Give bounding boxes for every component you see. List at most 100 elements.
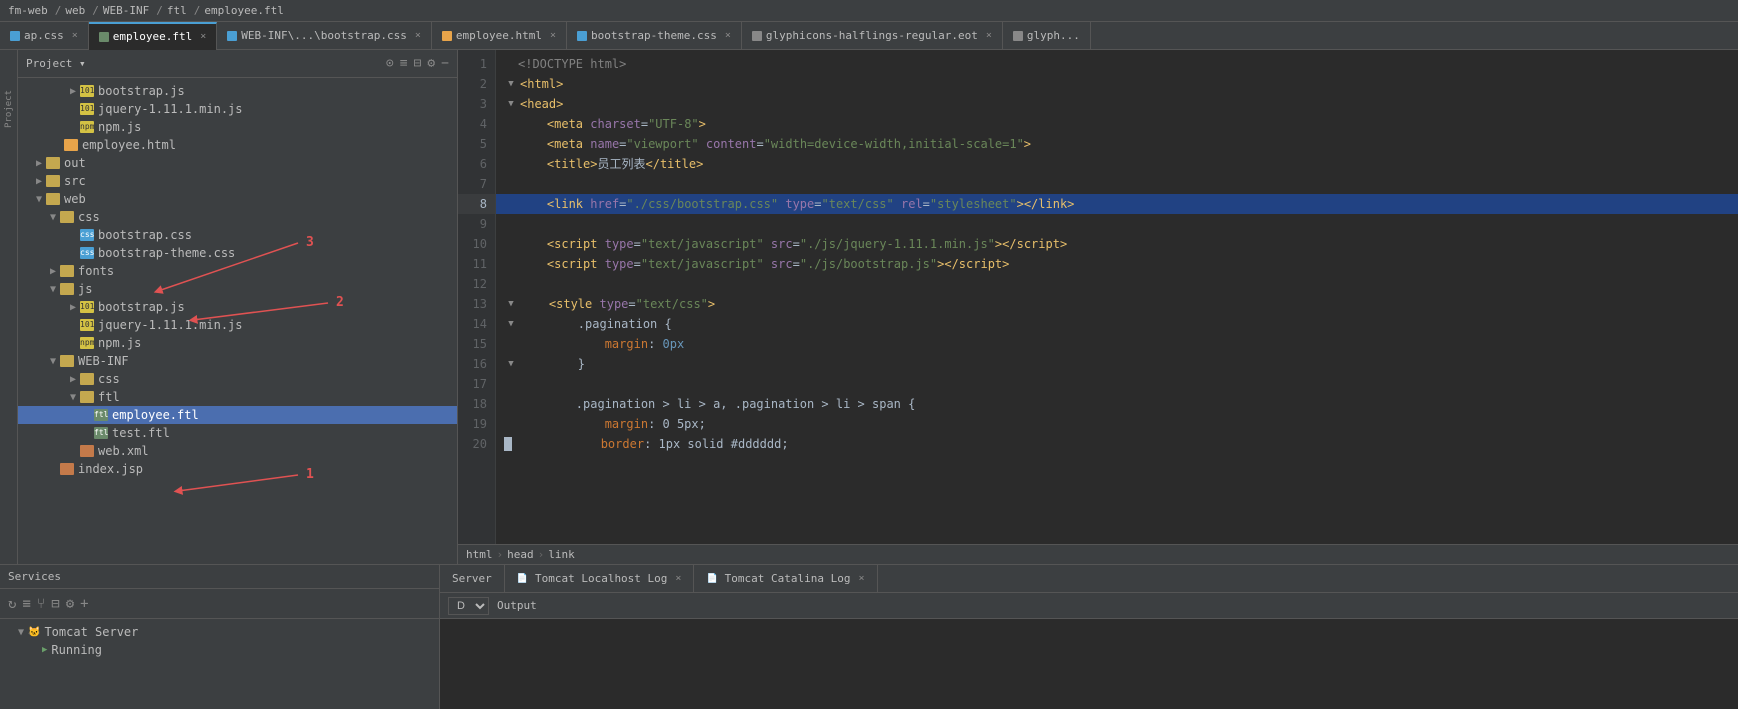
tree-label: out — [64, 156, 86, 170]
minimize-icon[interactable]: − — [441, 56, 449, 71]
tree-item-web-xml[interactable]: ▶ web.xml — [18, 442, 457, 460]
tab-label: glyph... — [1027, 29, 1080, 42]
branch-icon[interactable]: ⑂ — [37, 596, 45, 612]
tab-bootstrap-css[interactable]: WEB-INF\...\bootstrap.css × — [217, 22, 432, 50]
close-icon[interactable]: × — [986, 30, 992, 41]
code-line-12 — [496, 274, 1738, 294]
fold-icon[interactable]: ▼ — [504, 97, 518, 111]
tab-server[interactable]: Server — [440, 565, 505, 593]
expand-arrow[interactable]: ▶ — [66, 86, 80, 97]
expand-arrow[interactable]: ▶ — [46, 266, 60, 277]
tree-item-css-webinf[interactable]: ▶ css — [18, 370, 457, 388]
line-num-17: 17 — [458, 374, 495, 394]
collapse-all-icon[interactable]: ≡ — [400, 56, 408, 71]
tab-employee-ftl[interactable]: employee.ftl × — [89, 22, 218, 50]
list-icon[interactable]: ≡ — [22, 596, 30, 612]
tree-item-css[interactable]: ▼ css — [18, 208, 457, 226]
tree-item-npm-1[interactable]: ▶ npm npm.js — [18, 118, 457, 136]
collapse-arrow[interactable]: ▼ — [66, 392, 80, 403]
output-level-select[interactable]: D I W E — [448, 597, 489, 615]
close-icon[interactable]: × — [550, 30, 556, 41]
breadcrumb-web[interactable]: web — [65, 4, 85, 17]
tree-item-js[interactable]: ▼ js — [18, 280, 457, 298]
close-icon[interactable]: × — [415, 30, 421, 41]
tree-item-bootstrap-js-1[interactable]: ▶ 101 bootstrap.js — [18, 82, 457, 100]
filter-icon[interactable]: ⊟ — [51, 596, 59, 612]
collapse-arrow[interactable]: ▼ — [32, 194, 46, 205]
close-icon[interactable]: × — [675, 573, 681, 584]
css-icon: css — [80, 229, 94, 241]
editor-panel: 1 2 3 4 5 6 7 8 9 10 11 12 13 14 15 16 1… — [458, 50, 1738, 564]
fold-icon[interactable]: ▼ — [504, 317, 518, 331]
tree-item-bootstrap-theme-css[interactable]: ▶ css bootstrap-theme.css — [18, 244, 457, 262]
tree-item-webinf[interactable]: ▼ WEB-INF — [18, 352, 457, 370]
fold-icon[interactable]: ▼ — [504, 297, 518, 311]
close-icon[interactable]: × — [725, 30, 731, 41]
tree-item-out[interactable]: ▶ out — [18, 154, 457, 172]
fold-icon[interactable]: ▼ — [504, 77, 518, 91]
sidebar-header: Project ▾ ⊙ ≡ ⊟ ⚙ − — [18, 50, 457, 78]
tab-glyphicons-eot[interactable]: glyphicons-halflings-regular.eot × — [742, 22, 1003, 50]
close-icon[interactable]: × — [72, 30, 78, 41]
expand-arrow[interactable]: ▶ — [66, 374, 80, 385]
tab-employee-html[interactable]: employee.html × — [432, 22, 567, 50]
collapse-arrow[interactable]: ▼ — [46, 284, 60, 295]
tree-item-npm-2[interactable]: ▶ npm npm.js — [18, 334, 457, 352]
sync-icon[interactable]: ⊙ — [386, 56, 394, 71]
tree-item-index-jsp[interactable]: ▶ index.jsp — [18, 460, 457, 478]
close-icon[interactable]: × — [859, 573, 865, 584]
tab-tomcat-catalina[interactable]: 📄 Tomcat Catalina Log × — [694, 565, 877, 593]
tree-item-test-ftl[interactable]: ▶ ftl test.ftl — [18, 424, 457, 442]
refresh-icon[interactable]: ↻ — [8, 596, 16, 612]
tree-item-jquery-2[interactable]: ▶ 101 jquery-1.11.1.min.js — [18, 316, 457, 334]
code-line-9 — [496, 214, 1738, 234]
breadcrumb-html[interactable]: html — [466, 548, 493, 561]
breadcrumb-fm-web[interactable]: fm-web — [8, 4, 48, 17]
code-area[interactable]: <!DOCTYPE html> ▼ <html> ▼ <head> <meta … — [496, 50, 1738, 544]
tab-glyph2[interactable]: glyph... — [1003, 22, 1091, 50]
breadcrumb-link[interactable]: link — [548, 548, 575, 561]
tab-label: glyphicons-halflings-regular.eot — [766, 29, 978, 42]
collapse-arrow[interactable]: ▼ — [46, 212, 60, 223]
fold-icon[interactable]: ▼ — [504, 357, 518, 371]
collapse-arrow[interactable]: ▼ — [14, 627, 28, 638]
breadcrumb-webinf[interactable]: WEB-INF — [103, 4, 149, 17]
ftl-icon: ftl — [94, 427, 108, 439]
collapse-arrow[interactable]: ▼ — [46, 356, 60, 367]
tree-item-employee-html[interactable]: ▶ employee.html — [18, 136, 457, 154]
close-icon[interactable]: × — [200, 31, 206, 42]
tree-label: WEB-INF — [78, 354, 129, 368]
output-toolbar: D I W E Output — [440, 593, 1738, 619]
tree-item-bootstrap-css[interactable]: ▶ css bootstrap.css — [18, 226, 457, 244]
line-num-2: 2 — [458, 74, 495, 94]
settings-icon[interactable]: ⚙ — [427, 56, 435, 71]
folder-icon — [60, 283, 74, 295]
expand-arrow[interactable]: ▶ — [32, 158, 46, 169]
tree-item-fonts[interactable]: ▶ fonts — [18, 262, 457, 280]
expand-arrow[interactable]: ▶ — [32, 176, 46, 187]
breadcrumb-file[interactable]: employee.ftl — [204, 4, 283, 17]
breadcrumb-ftl[interactable]: ftl — [167, 4, 187, 17]
tree-item-tomcat[interactable]: ▼ 🐱 Tomcat Server — [0, 623, 439, 641]
tab-tomcat-localhost[interactable]: 📄 Tomcat Localhost Log × — [505, 565, 695, 593]
tree-item-src[interactable]: ▶ src — [18, 172, 457, 190]
tree-item-jquery-1[interactable]: ▶ 101 jquery-1.11.1.min.js — [18, 100, 457, 118]
tree-label: css — [98, 372, 120, 386]
css-icon — [10, 31, 20, 41]
tree-item-employee-ftl[interactable]: ▶ ftl employee.ftl — [18, 406, 457, 424]
settings-icon[interactable]: ⚙ — [66, 596, 74, 612]
breadcrumb-head[interactable]: head — [507, 548, 534, 561]
tree-item-ftl[interactable]: ▼ ftl — [18, 388, 457, 406]
tab-bootstrap-theme-css[interactable]: bootstrap-theme.css × — [567, 22, 742, 50]
tab-ap-css[interactable]: ap.css × — [0, 22, 89, 50]
bottom-panel: Services ↻ ≡ ⑂ ⊟ ⚙ + ▼ 🐱 Tomcat Server — [0, 564, 1738, 709]
tree-item-running[interactable]: ▶ ▶ Running — [0, 641, 439, 659]
sidebar-tree: ▶ 101 bootstrap.js ▶ 101 jquery-1.11.1.m… — [18, 78, 457, 564]
output-panel: Server 📄 Tomcat Localhost Log × 📄 Tomcat… — [440, 565, 1738, 709]
output-content — [440, 619, 1738, 709]
add-icon[interactable]: + — [80, 596, 88, 612]
tree-item-web[interactable]: ▼ web — [18, 190, 457, 208]
tree-item-bootstrap-js-2[interactable]: ▶ 101 bootstrap.js — [18, 298, 457, 316]
sort-icon[interactable]: ⊟ — [414, 56, 422, 71]
expand-arrow: ▶ — [66, 104, 80, 115]
